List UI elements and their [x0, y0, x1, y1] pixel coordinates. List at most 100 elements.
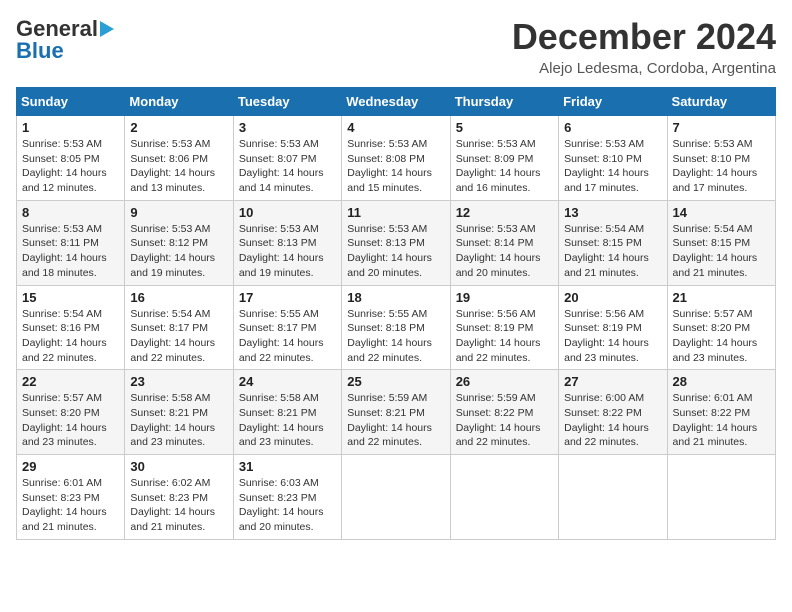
day-number: 14	[673, 205, 770, 220]
calendar-cell: 2 Sunrise: 5:53 AM Sunset: 8:06 PM Dayli…	[125, 116, 233, 201]
day-info: Sunrise: 5:53 AM Sunset: 8:10 PM Dayligh…	[564, 137, 661, 196]
day-info: Sunrise: 5:53 AM Sunset: 8:12 PM Dayligh…	[130, 222, 227, 281]
column-header-sunday: Sunday	[17, 88, 125, 116]
day-number: 7	[673, 120, 770, 135]
column-header-monday: Monday	[125, 88, 233, 116]
calendar-cell: 27 Sunrise: 6:00 AM Sunset: 8:22 PM Dayl…	[559, 370, 667, 455]
calendar-week-row: 15 Sunrise: 5:54 AM Sunset: 8:16 PM Dayl…	[17, 285, 776, 370]
day-number: 5	[456, 120, 553, 135]
column-header-thursday: Thursday	[450, 88, 558, 116]
calendar-cell: 28 Sunrise: 6:01 AM Sunset: 8:22 PM Dayl…	[667, 370, 775, 455]
day-info: Sunrise: 6:02 AM Sunset: 8:23 PM Dayligh…	[130, 476, 227, 535]
calendar-cell: 17 Sunrise: 5:55 AM Sunset: 8:17 PM Dayl…	[233, 285, 341, 370]
calendar-cell: 21 Sunrise: 5:57 AM Sunset: 8:20 PM Dayl…	[667, 285, 775, 370]
calendar-cell: 3 Sunrise: 5:53 AM Sunset: 8:07 PM Dayli…	[233, 116, 341, 201]
calendar-cell: 14 Sunrise: 5:54 AM Sunset: 8:15 PM Dayl…	[667, 200, 775, 285]
day-number: 17	[239, 290, 336, 305]
day-number: 1	[22, 120, 119, 135]
day-info: Sunrise: 5:56 AM Sunset: 8:19 PM Dayligh…	[564, 307, 661, 366]
calendar-cell: 13 Sunrise: 5:54 AM Sunset: 8:15 PM Dayl…	[559, 200, 667, 285]
calendar-cell: 9 Sunrise: 5:53 AM Sunset: 8:12 PM Dayli…	[125, 200, 233, 285]
calendar-week-row: 1 Sunrise: 5:53 AM Sunset: 8:05 PM Dayli…	[17, 116, 776, 201]
calendar-cell: 25 Sunrise: 5:59 AM Sunset: 8:21 PM Dayl…	[342, 370, 450, 455]
day-info: Sunrise: 6:01 AM Sunset: 8:22 PM Dayligh…	[673, 391, 770, 450]
calendar-cell: 1 Sunrise: 5:53 AM Sunset: 8:05 PM Dayli…	[17, 116, 125, 201]
calendar-cell: 6 Sunrise: 5:53 AM Sunset: 8:10 PM Dayli…	[559, 116, 667, 201]
calendar-cell	[342, 455, 450, 540]
calendar-week-row: 29 Sunrise: 6:01 AM Sunset: 8:23 PM Dayl…	[17, 455, 776, 540]
day-number: 8	[22, 205, 119, 220]
day-number: 25	[347, 374, 444, 389]
day-number: 26	[456, 374, 553, 389]
page-header: General Blue December 2024 Alejo Ledesma…	[16, 16, 776, 77]
calendar-cell: 5 Sunrise: 5:53 AM Sunset: 8:09 PM Dayli…	[450, 116, 558, 201]
calendar-week-row: 8 Sunrise: 5:53 AM Sunset: 8:11 PM Dayli…	[17, 200, 776, 285]
day-number: 12	[456, 205, 553, 220]
day-number: 19	[456, 290, 553, 305]
day-info: Sunrise: 6:01 AM Sunset: 8:23 PM Dayligh…	[22, 476, 119, 535]
day-info: Sunrise: 5:54 AM Sunset: 8:15 PM Dayligh…	[673, 222, 770, 281]
day-number: 27	[564, 374, 661, 389]
location-title: Alejo Ledesma, Cordoba, Argentina	[512, 60, 776, 77]
day-number: 2	[130, 120, 227, 135]
day-info: Sunrise: 5:53 AM Sunset: 8:10 PM Dayligh…	[673, 137, 770, 196]
calendar-cell	[667, 455, 775, 540]
day-info: Sunrise: 5:53 AM Sunset: 8:05 PM Dayligh…	[22, 137, 119, 196]
calendar-cell: 23 Sunrise: 5:58 AM Sunset: 8:21 PM Dayl…	[125, 370, 233, 455]
day-info: Sunrise: 5:55 AM Sunset: 8:17 PM Dayligh…	[239, 307, 336, 366]
day-info: Sunrise: 5:56 AM Sunset: 8:19 PM Dayligh…	[456, 307, 553, 366]
day-number: 13	[564, 205, 661, 220]
day-info: Sunrise: 5:57 AM Sunset: 8:20 PM Dayligh…	[673, 307, 770, 366]
day-number: 16	[130, 290, 227, 305]
day-info: Sunrise: 5:59 AM Sunset: 8:21 PM Dayligh…	[347, 391, 444, 450]
calendar-cell: 16 Sunrise: 5:54 AM Sunset: 8:17 PM Dayl…	[125, 285, 233, 370]
day-number: 23	[130, 374, 227, 389]
logo-arrow-icon	[100, 21, 114, 37]
column-header-wednesday: Wednesday	[342, 88, 450, 116]
day-info: Sunrise: 5:53 AM Sunset: 8:13 PM Dayligh…	[239, 222, 336, 281]
calendar-cell: 7 Sunrise: 5:53 AM Sunset: 8:10 PM Dayli…	[667, 116, 775, 201]
calendar-cell	[450, 455, 558, 540]
day-number: 28	[673, 374, 770, 389]
calendar-cell: 4 Sunrise: 5:53 AM Sunset: 8:08 PM Dayli…	[342, 116, 450, 201]
day-info: Sunrise: 6:00 AM Sunset: 8:22 PM Dayligh…	[564, 391, 661, 450]
calendar-cell: 8 Sunrise: 5:53 AM Sunset: 8:11 PM Dayli…	[17, 200, 125, 285]
day-number: 11	[347, 205, 444, 220]
day-info: Sunrise: 5:53 AM Sunset: 8:08 PM Dayligh…	[347, 137, 444, 196]
column-header-friday: Friday	[559, 88, 667, 116]
calendar-cell: 18 Sunrise: 5:55 AM Sunset: 8:18 PM Dayl…	[342, 285, 450, 370]
calendar-week-row: 22 Sunrise: 5:57 AM Sunset: 8:20 PM Dayl…	[17, 370, 776, 455]
column-header-saturday: Saturday	[667, 88, 775, 116]
day-info: Sunrise: 5:54 AM Sunset: 8:16 PM Dayligh…	[22, 307, 119, 366]
day-info: Sunrise: 5:53 AM Sunset: 8:11 PM Dayligh…	[22, 222, 119, 281]
day-number: 29	[22, 459, 119, 474]
day-number: 6	[564, 120, 661, 135]
month-title: December 2024	[512, 16, 776, 58]
day-number: 15	[22, 290, 119, 305]
day-info: Sunrise: 5:59 AM Sunset: 8:22 PM Dayligh…	[456, 391, 553, 450]
day-info: Sunrise: 5:53 AM Sunset: 8:07 PM Dayligh…	[239, 137, 336, 196]
calendar-cell: 26 Sunrise: 5:59 AM Sunset: 8:22 PM Dayl…	[450, 370, 558, 455]
calendar-cell: 31 Sunrise: 6:03 AM Sunset: 8:23 PM Dayl…	[233, 455, 341, 540]
calendar-cell: 15 Sunrise: 5:54 AM Sunset: 8:16 PM Dayl…	[17, 285, 125, 370]
day-info: Sunrise: 5:57 AM Sunset: 8:20 PM Dayligh…	[22, 391, 119, 450]
day-number: 30	[130, 459, 227, 474]
day-number: 9	[130, 205, 227, 220]
day-number: 18	[347, 290, 444, 305]
title-block: December 2024 Alejo Ledesma, Cordoba, Ar…	[512, 16, 776, 77]
calendar-cell: 10 Sunrise: 5:53 AM Sunset: 8:13 PM Dayl…	[233, 200, 341, 285]
calendar-cell: 20 Sunrise: 5:56 AM Sunset: 8:19 PM Dayl…	[559, 285, 667, 370]
column-header-tuesday: Tuesday	[233, 88, 341, 116]
day-number: 10	[239, 205, 336, 220]
day-info: Sunrise: 5:55 AM Sunset: 8:18 PM Dayligh…	[347, 307, 444, 366]
logo-blue: Blue	[16, 38, 64, 64]
calendar-cell: 19 Sunrise: 5:56 AM Sunset: 8:19 PM Dayl…	[450, 285, 558, 370]
calendar-cell	[559, 455, 667, 540]
day-info: Sunrise: 5:54 AM Sunset: 8:15 PM Dayligh…	[564, 222, 661, 281]
calendar-cell: 12 Sunrise: 5:53 AM Sunset: 8:14 PM Dayl…	[450, 200, 558, 285]
day-number: 24	[239, 374, 336, 389]
day-info: Sunrise: 5:53 AM Sunset: 8:06 PM Dayligh…	[130, 137, 227, 196]
day-info: Sunrise: 5:54 AM Sunset: 8:17 PM Dayligh…	[130, 307, 227, 366]
day-info: Sunrise: 5:53 AM Sunset: 8:14 PM Dayligh…	[456, 222, 553, 281]
day-number: 21	[673, 290, 770, 305]
